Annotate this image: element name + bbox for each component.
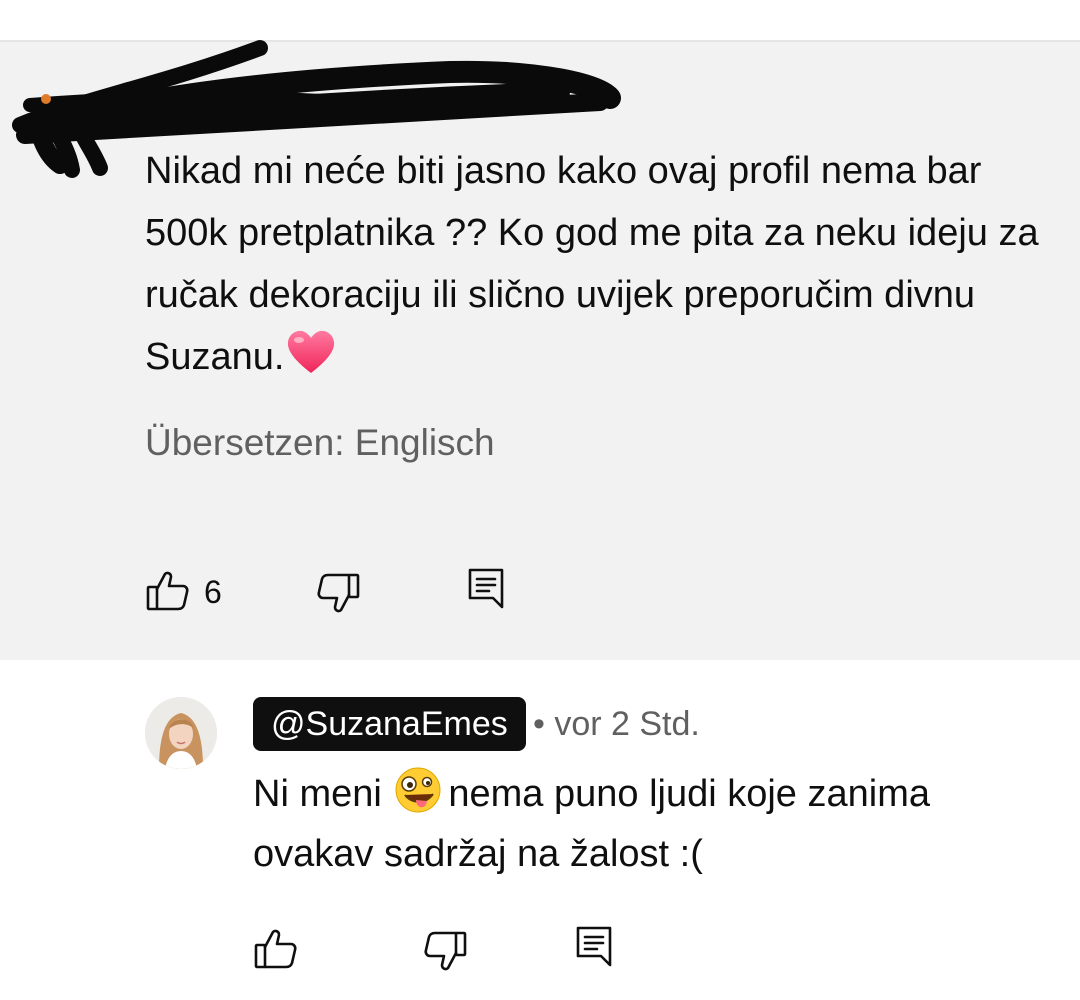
comment-body: Nikad mi neće biti jasno kako ovaj profi… bbox=[145, 150, 1039, 378]
zany-face-emoji-icon bbox=[395, 767, 441, 813]
reply-text: Ni meni nema puno ljudi koje zanima ovak… bbox=[253, 764, 1043, 884]
heart-emoji-icon bbox=[288, 330, 335, 373]
thumb-down-icon[interactable] bbox=[316, 572, 360, 614]
reply-comment-icon[interactable] bbox=[467, 567, 505, 611]
translate-button[interactable]: Übersetzen: Englisch bbox=[145, 422, 495, 464]
like-count: 6 bbox=[204, 574, 222, 610]
reply-thumb-up-icon[interactable] bbox=[254, 928, 298, 970]
reply-reply-comment-icon[interactable] bbox=[575, 925, 613, 969]
reply-timestamp: • vor 2 Std. bbox=[533, 705, 700, 743]
comment-text: Nikad mi neće biti jasno kako ovaj profi… bbox=[145, 140, 1045, 388]
thumb-up-icon[interactable] bbox=[146, 570, 190, 612]
reply-text-start: Ni meni bbox=[253, 773, 382, 815]
author-handle[interactable]: @SuzanaEmes bbox=[253, 697, 526, 751]
avatar-photo-icon bbox=[145, 697, 217, 769]
avatar[interactable] bbox=[145, 697, 217, 769]
reply-thumb-down-icon[interactable] bbox=[423, 930, 467, 972]
